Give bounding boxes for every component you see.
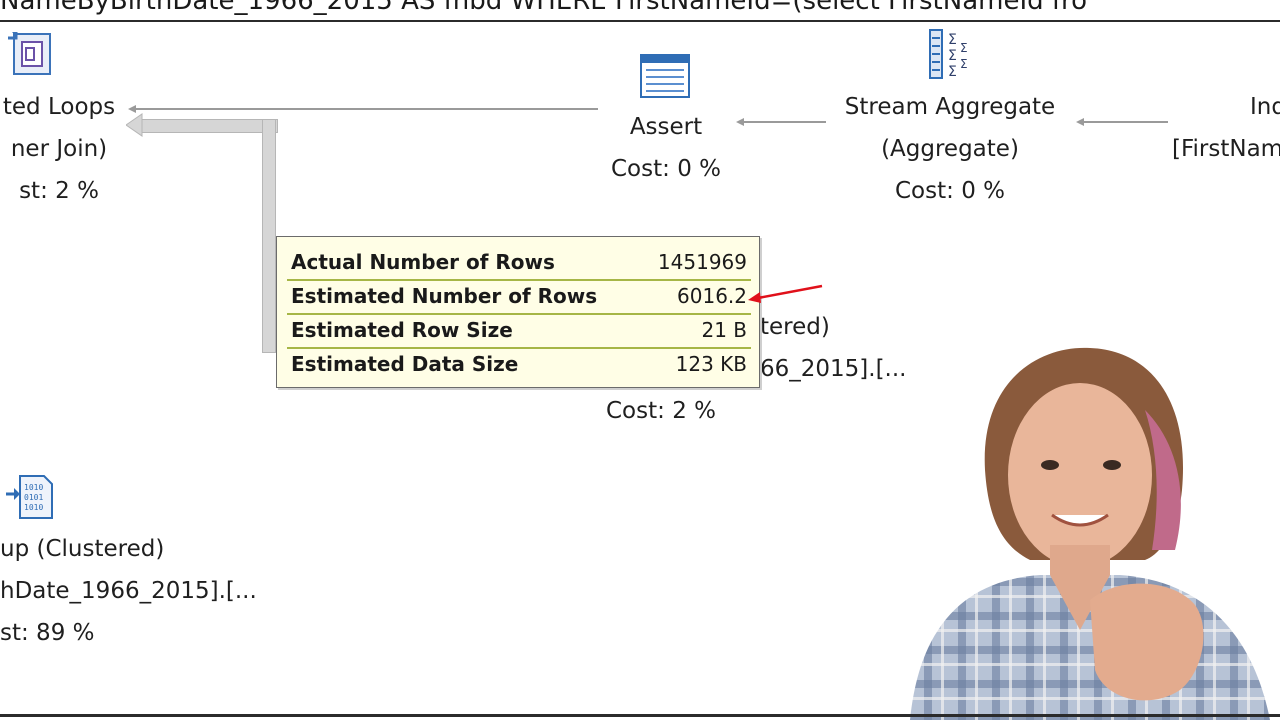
index-right-object: [FirstNam — [1172, 136, 1280, 162]
operator-tooltip: Actual Number of Rows 1451969 Estimated … — [276, 236, 760, 388]
assert-label: Assert Cost: 0 % — [596, 106, 736, 190]
svg-text:1010: 1010 — [24, 483, 43, 492]
assert-name: Assert — [629, 114, 703, 140]
stream-aggregate-type: (Aggregate) — [881, 136, 1019, 162]
tooltip-value: 123 KB — [675, 352, 747, 376]
assert-icon[interactable] — [640, 54, 690, 98]
connector-arrowhead — [736, 118, 744, 126]
connector-thick-horizontal — [140, 119, 278, 133]
connector-assert-to-loops — [136, 108, 598, 110]
connector-index-to-aggregate — [1084, 121, 1168, 123]
svg-text:0101: 0101 — [24, 493, 43, 502]
stream-aggregate-cost: Cost: 0 % — [895, 178, 1005, 204]
tooltip-value: 6016.2 — [677, 284, 747, 308]
key-lookup-object: hDate_1966_2015].[... — [0, 578, 257, 604]
index-right-label: Ind [FirstNam — [1172, 86, 1280, 170]
index-right-name: Ind — [1250, 94, 1280, 120]
stream-aggregate-name: Stream Aggregate — [844, 94, 1056, 120]
query-text: NameByBirthDate_1966_2015 AS fnbd WHERE … — [0, 0, 1088, 16]
nested-loops-icon[interactable] — [6, 30, 54, 78]
nested-loops-label: ted Loops ner Join) st: 2 % — [0, 86, 124, 212]
tooltip-key: Estimated Row Size — [291, 318, 513, 342]
svg-text:Σ: Σ — [948, 32, 957, 48]
key-lookup-cost: st: 89 % — [0, 620, 95, 646]
key-lookup-icon[interactable]: 1010 0101 1010 — [4, 472, 54, 522]
tooltip-row: Estimated Number of Rows 6016.2 — [287, 279, 751, 315]
execution-plan-canvas: NameByBirthDate_1966_2015 AS fnbd WHERE … — [0, 0, 1280, 720]
stream-aggregate-icon[interactable]: Σ Σ Σ Σ Σ — [926, 28, 974, 80]
tooltip-row: Estimated Row Size 21 B — [287, 313, 751, 349]
svg-text:Σ: Σ — [960, 57, 968, 71]
connector-thick-arrowhead — [126, 113, 143, 137]
svg-text:Σ: Σ — [948, 64, 957, 80]
key-lookup-label: up (Clustered) hDate_1966_2015].[... st:… — [0, 528, 300, 654]
tooltip-key: Actual Number of Rows — [291, 250, 555, 274]
assert-cost: Cost: 0 % — [611, 156, 721, 182]
connector-arrowhead — [1076, 118, 1084, 126]
connector-aggregate-to-assert — [744, 121, 826, 123]
tooltip-key: Estimated Data Size — [291, 352, 519, 376]
connector-thick-vertical — [262, 119, 276, 353]
tooltip-row: Estimated Data Size 123 KB — [287, 347, 751, 381]
divider — [0, 714, 1280, 717]
tooltip-value: 21 B — [701, 318, 747, 342]
index-seek-cost: Cost: 2 % — [606, 398, 716, 424]
svg-text:Σ: Σ — [960, 41, 968, 55]
presenter-webcam-image — [910, 347, 1270, 720]
annotation-arrow-icon — [748, 284, 823, 303]
svg-text:Σ: Σ — [948, 48, 957, 64]
divider — [0, 20, 1280, 22]
nested-loops-cost: st: 2 % — [19, 178, 99, 204]
nested-loops-type: ner Join) — [10, 136, 108, 162]
tooltip-row: Actual Number of Rows 1451969 — [287, 245, 751, 281]
svg-text:1010: 1010 — [24, 503, 43, 512]
tooltip-value: 1451969 — [657, 250, 747, 274]
stream-aggregate-label: Stream Aggregate (Aggregate) Cost: 0 % — [830, 86, 1070, 212]
key-lookup-type: up (Clustered) — [0, 536, 165, 562]
nested-loops-name: ted Loops — [2, 94, 116, 120]
tooltip-key: Estimated Number of Rows — [291, 284, 598, 308]
